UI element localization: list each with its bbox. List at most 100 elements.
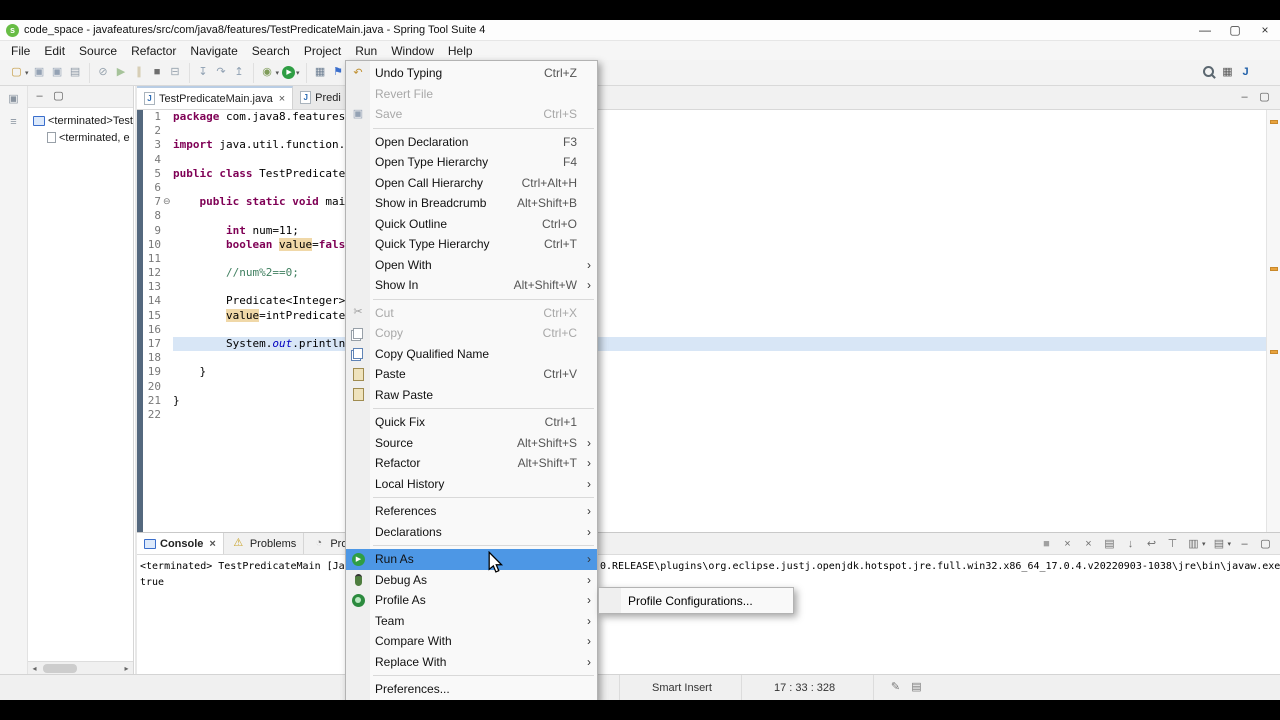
code-line[interactable]	[173, 124, 1280, 138]
code-line[interactable]	[173, 408, 1280, 422]
spring-perspective-icon[interactable]	[1255, 64, 1272, 81]
menu-item-paste[interactable]: Paste Ctrl+V	[346, 364, 597, 385]
code-line[interactable]: }	[173, 365, 1280, 379]
terminate-icon[interactable]: ■	[149, 64, 166, 81]
menu-item-refactor[interactable]: Refactor Alt+Shift+T ›	[346, 453, 597, 474]
annotation-marker[interactable]	[1270, 267, 1278, 271]
scroll-left-icon[interactable]: ◂	[28, 662, 41, 675]
menu-item-undo-typing[interactable]: ↶ Undo Typing Ctrl+Z	[346, 63, 597, 84]
editor-code[interactable]: package com.java8.features; import java.u…	[173, 110, 1280, 532]
step-over-icon[interactable]: ↷	[213, 64, 230, 81]
code-line[interactable]	[173, 323, 1280, 337]
search-icon[interactable]	[1201, 64, 1218, 81]
menubar-item-help[interactable]: Help	[441, 41, 480, 60]
code-line[interactable]: public static void main	[173, 195, 1280, 209]
close-button[interactable]: ×	[1250, 20, 1280, 40]
open-perspective-icon[interactable]: ▦	[1219, 64, 1236, 81]
menu-item-quick-outline[interactable]: Quick Outline Ctrl+O	[346, 214, 597, 235]
print-icon[interactable]: ▤	[67, 64, 84, 81]
open-console-icon[interactable]: ▤ ▾	[1210, 536, 1232, 553]
menubar-item-source[interactable]: Source	[72, 41, 124, 60]
new-wizard-icon[interactable]: ▢ ▾	[8, 64, 30, 81]
console-tab-problems[interactable]: ⚠ Problems	[224, 533, 305, 554]
menu-item-local-history[interactable]: Local History ›	[346, 474, 597, 495]
code-line[interactable]: public class TestPredicate	[173, 167, 1280, 181]
menu-item-profile-configurations[interactable]: Profile Configurations...	[599, 590, 793, 611]
console-tab-console[interactable]: Console ×	[137, 533, 224, 554]
annotation-marker[interactable]	[1270, 120, 1278, 124]
suspend-icon[interactable]: ∥	[131, 64, 148, 81]
menu-item-open-type-hierarchy[interactable]: Open Type Hierarchy F4	[346, 152, 597, 173]
code-line[interactable]: boolean value=false	[173, 237, 1280, 252]
editor-body[interactable]: 1 2 3 4 5 6 7 ⊖ 8 9 10 11 12 13 14 15 16 17 18 19 20 21 22 pac…	[137, 110, 1280, 532]
overview-ruler[interactable]	[1266, 110, 1280, 532]
step-return-icon[interactable]: ↥	[231, 64, 248, 81]
save-file-icon[interactable]: ▣	[31, 64, 48, 81]
tree-item[interactable]: <terminated, e	[28, 129, 133, 146]
menubar-item-search[interactable]: Search	[245, 41, 297, 60]
remove-all-launches-icon[interactable]: ×	[1080, 536, 1097, 553]
maximize-icon[interactable]: ▢	[1257, 536, 1274, 553]
scroll-right-icon[interactable]: ▸	[120, 662, 133, 675]
word-wrap-icon[interactable]: ↩	[1143, 536, 1160, 553]
menu-item-revert-file[interactable]: Revert File	[346, 84, 597, 105]
skip-breakpoints-icon[interactable]: ⊘	[95, 64, 112, 81]
menubar-item-project[interactable]: Project	[297, 41, 348, 60]
scroll-lock-icon[interactable]: ↓	[1122, 536, 1139, 553]
menu-item-open-declaration[interactable]: Open Declaration F3	[346, 132, 597, 153]
maximize-button[interactable]: ▢	[1220, 20, 1250, 40]
menu-item-source[interactable]: Source Alt+Shift+S ›	[346, 433, 597, 454]
close-icon[interactable]: ×	[209, 538, 215, 550]
menu-item-compare-with[interactable]: Compare With ›	[346, 631, 597, 652]
menu-item-run-as[interactable]: Run As ›	[346, 549, 597, 570]
step-into-icon[interactable]: ↧	[195, 64, 212, 81]
menubar-item-refactor[interactable]: Refactor	[124, 41, 183, 60]
disconnect-icon[interactable]: ⊟	[167, 64, 184, 81]
menu-item-cut[interactable]: ✂ Cut Ctrl+X	[346, 303, 597, 324]
minimize-button[interactable]: —	[1190, 20, 1220, 40]
editor-tab-testpredicatemain-java[interactable]: TestPredicateMain.java ×	[137, 86, 294, 109]
menu-item-copy-qualified-name[interactable]: Copy Qualified Name	[346, 344, 597, 365]
code-line[interactable]	[173, 252, 1280, 266]
menu-item-save[interactable]: ▣ Save Ctrl+S	[346, 104, 597, 125]
menu-item-replace-with[interactable]: Replace With ›	[346, 652, 597, 673]
code-line[interactable]: package com.java8.features;	[173, 110, 1280, 124]
pin-console-icon[interactable]: ⊤	[1164, 536, 1181, 553]
java-perspective-icon[interactable]	[1237, 64, 1254, 81]
horizontal-scrollbar[interactable]: ◂ ▸	[28, 661, 133, 674]
open-type-icon[interactable]: ▦	[312, 64, 329, 81]
menu-item-open-with[interactable]: Open With ›	[346, 255, 597, 276]
menu-item-declarations[interactable]: Declarations ›	[346, 522, 597, 543]
terminate-console-icon[interactable]: ■	[1038, 536, 1055, 553]
code-line[interactable]: import java.util.function.P	[173, 138, 1280, 152]
code-line[interactable]	[173, 280, 1280, 294]
menu-item-raw-paste[interactable]: Raw Paste	[346, 385, 597, 406]
menu-item-preferences[interactable]: Preferences...	[346, 679, 597, 700]
remove-launch-icon[interactable]: ×	[1059, 536, 1076, 553]
code-line[interactable]	[173, 153, 1280, 167]
menu-item-show-in-breadcrumb[interactable]: Show in Breadcrumb Alt+Shift+B	[346, 193, 597, 214]
menu-item-quick-fix[interactable]: Quick Fix Ctrl+1	[346, 412, 597, 433]
code-line[interactable]: //num%2==0;	[173, 266, 1280, 280]
mark-occurrences-icon[interactable]: ⚑	[330, 64, 347, 81]
menubar-item-navigate[interactable]: Navigate	[183, 41, 244, 60]
tree-item[interactable]: <terminated>Test	[28, 112, 133, 129]
code-line[interactable]	[173, 351, 1280, 365]
scrollbar-thumb[interactable]	[43, 663, 77, 673]
menu-item-debug-as[interactable]: Debug As ›	[346, 570, 597, 591]
close-icon[interactable]: ×	[279, 93, 285, 105]
menu-item-show-in[interactable]: Show In Alt+Shift+W ›	[346, 275, 597, 296]
code-line[interactable]: }	[173, 394, 1280, 408]
code-line[interactable]: Predicate<Integer>	[173, 294, 1280, 308]
code-line[interactable]	[173, 181, 1280, 195]
menubar-item-file[interactable]: File	[4, 41, 37, 60]
annotation-marker[interactable]	[1270, 350, 1278, 354]
editor-tab-predi[interactable]: Predi	[293, 86, 349, 109]
code-line[interactable]: int num=11;	[173, 224, 1280, 238]
code-line[interactable]: value=intPredicate.	[173, 308, 1280, 323]
fold-collapse-icon[interactable]: ⊖	[163, 195, 173, 209]
minimize-icon[interactable]: –	[1236, 536, 1253, 553]
menu-item-copy[interactable]: Copy Ctrl+C	[346, 323, 597, 344]
menu-item-profile-as[interactable]: Profile As ›	[346, 590, 597, 611]
save-all-icon[interactable]: ▣	[49, 64, 66, 81]
